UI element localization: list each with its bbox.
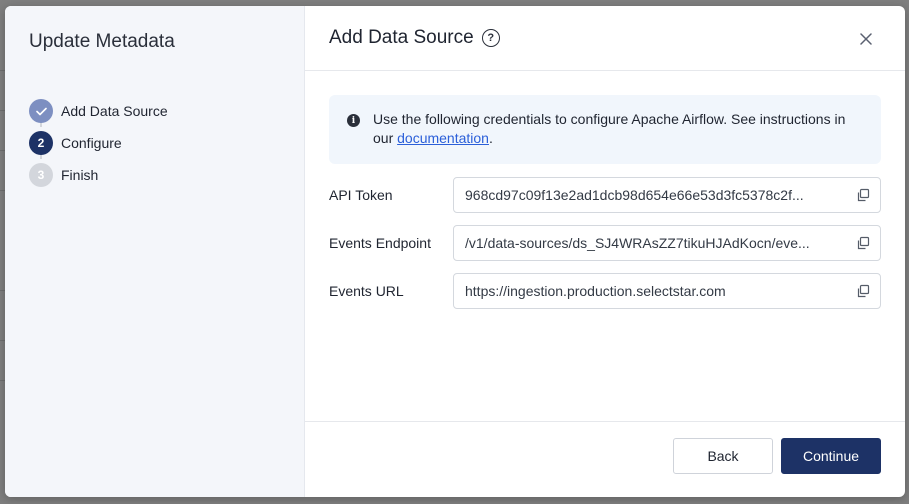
close-icon — [860, 33, 872, 45]
field-value: https://ingestion.production.selectstar.… — [465, 283, 726, 299]
events-endpoint-field[interactable]: /v1/data-sources/ds_SJ4WRAsZZ7tikuHJAdKo… — [453, 225, 881, 261]
info-banner: i Use the following credentials to confi… — [329, 95, 881, 164]
wizard-steps: Add Data Source 2 Configure 3 Finish — [29, 95, 168, 191]
events-url-row: Events URL https://ingestion.production.… — [329, 273, 881, 309]
wizard-content: Add Data Source ? i Use the following cr… — [305, 6, 905, 497]
step-number: 3 — [29, 163, 53, 187]
copy-icon[interactable] — [856, 188, 870, 202]
page-title: Add Data Source — [329, 27, 474, 48]
documentation-link[interactable]: documentation — [397, 130, 489, 146]
step-label: Configure — [61, 135, 122, 151]
step-label: Add Data Source — [61, 103, 168, 119]
content-header: Add Data Source ? — [305, 6, 905, 71]
step-add-data-source[interactable]: Add Data Source — [29, 95, 168, 127]
step-number: 2 — [29, 131, 53, 155]
field-value: 968cd97c09f13e2ad1dcb98d654e66e53d3fc537… — [465, 187, 804, 203]
copy-icon[interactable] — [856, 284, 870, 298]
field-label: Events URL — [329, 283, 404, 299]
update-metadata-modal: Update Metadata Add Data Source 2 Config… — [5, 6, 905, 497]
info-suffix: . — [488, 130, 493, 146]
close-button[interactable] — [857, 30, 875, 48]
step-label: Finish — [61, 167, 99, 183]
copy-icon[interactable] — [856, 236, 870, 250]
continue-button[interactable]: Continue — [781, 438, 881, 474]
wizard-sidebar: Update Metadata Add Data Source 2 Config… — [5, 6, 305, 497]
step-complete-check-icon — [29, 99, 53, 123]
events-url-field[interactable]: https://ingestion.production.selectstar.… — [453, 273, 881, 309]
back-button[interactable]: Back — [673, 438, 773, 474]
field-label: Events Endpoint — [329, 235, 431, 251]
info-text: Use the following credentials to configu… — [373, 110, 865, 164]
step-finish[interactable]: 3 Finish — [29, 159, 168, 191]
events-endpoint-row: Events Endpoint /v1/data-sources/ds_SJ4W… — [329, 225, 881, 261]
step-configure[interactable]: 2 Configure — [29, 127, 168, 159]
field-label: API Token — [329, 187, 393, 203]
field-value: /v1/data-sources/ds_SJ4WRAsZZ7tikuHJAdKo… — [465, 235, 810, 251]
api-token-row: API Token 968cd97c09f13e2ad1dcb98d654e66… — [329, 177, 881, 213]
help-icon[interactable]: ? — [481, 29, 500, 47]
api-token-field[interactable]: 968cd97c09f13e2ad1dcb98d654e66e53d3fc537… — [453, 177, 881, 213]
modal-footer: Back Continue — [305, 421, 905, 497]
info-icon: i — [347, 114, 360, 127]
sidebar-title: Update Metadata — [29, 31, 175, 52]
